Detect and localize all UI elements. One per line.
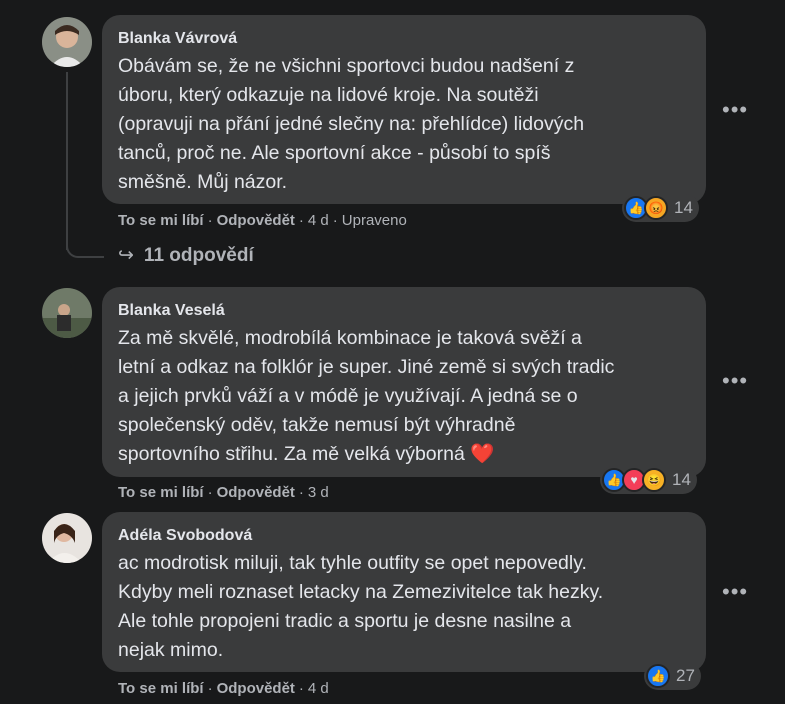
thread-line <box>66 72 68 250</box>
comment-bubble: Blanka Veselá Za mě skvělé, modrobílá ko… <box>102 287 706 477</box>
edited-label: Upraveno <box>341 212 407 229</box>
more-options-icon[interactable]: ••• <box>722 99 747 127</box>
timestamp[interactable]: 4 d <box>308 680 329 697</box>
avatar[interactable] <box>42 513 92 563</box>
like-link[interactable]: To se mi líbí <box>118 680 204 697</box>
replies-count: 11 odpovědí <box>143 245 254 266</box>
comment-bubble: Blanka Vávrová Obávám se, že ne všichni … <box>102 15 706 204</box>
comment-author[interactable]: Blanka Veselá <box>118 301 690 321</box>
timestamp[interactable]: 3 d <box>308 484 329 501</box>
comment-actions: To se mi líbí · Odpovědět · 4 d · Upraveno <box>118 212 407 229</box>
reply-link[interactable]: Odpovědět <box>217 212 295 229</box>
more-options-icon[interactable]: ••• <box>722 581 747 609</box>
comment-author[interactable]: Adéla Svobodová <box>118 526 690 546</box>
angry-icon: 😡 <box>644 196 668 220</box>
view-replies-link[interactable]: ↪ 11 odpovědí <box>118 244 254 267</box>
reaction-count: 14 <box>672 470 691 489</box>
comment-bubble: Adéla Svobodová ac modrotisk miluji, tak… <box>102 512 706 672</box>
timestamp[interactable]: 4 d <box>308 212 329 229</box>
avatar[interactable] <box>42 17 92 67</box>
avatar[interactable] <box>42 288 92 338</box>
reaction-count: 27 <box>676 666 695 685</box>
comment-actions: To se mi líbí · Odpovědět · 4 d <box>118 680 329 697</box>
comment-text: Za mě skvělé, modrobílá kombinace je tak… <box>118 327 615 465</box>
reactions-summary[interactable]: 👍 😡 14 <box>622 194 699 222</box>
like-link[interactable]: To se mi líbí <box>118 212 204 229</box>
reply-arrow-icon: ↪ <box>118 245 134 266</box>
like-icon: 👍 <box>646 664 670 688</box>
reply-link[interactable]: Odpovědět <box>217 680 295 697</box>
comment-actions: To se mi líbí · Odpovědět · 3 d <box>118 484 329 501</box>
comment-text: Obávám se, že ne všichni sportovci budou… <box>118 55 585 193</box>
reply-link[interactable]: Odpovědět <box>217 484 295 501</box>
comment-text: ac modrotisk miluji, tak tyhle outfity s… <box>118 552 604 661</box>
haha-icon: 😆 <box>642 468 666 492</box>
reactions-summary[interactable]: 👍 ♥ 😆 14 <box>600 466 697 494</box>
reaction-count: 14 <box>674 198 693 217</box>
like-link[interactable]: To se mi líbí <box>118 484 204 501</box>
more-options-icon[interactable]: ••• <box>722 370 747 398</box>
comment-author[interactable]: Blanka Vávrová <box>118 29 690 49</box>
reactions-summary[interactable]: 👍 27 <box>644 662 701 690</box>
thread-connector <box>66 228 104 258</box>
